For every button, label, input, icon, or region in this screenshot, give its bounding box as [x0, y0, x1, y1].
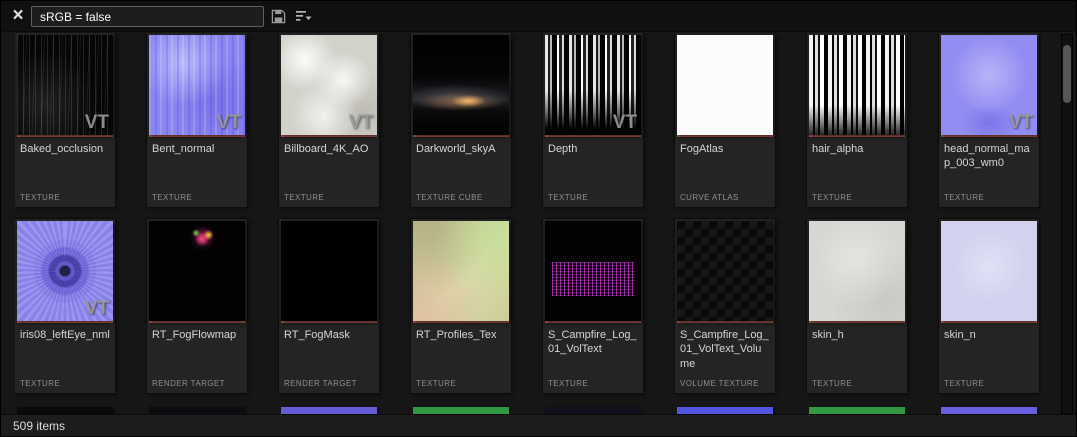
- search-box: [31, 6, 264, 27]
- save-search-button[interactable]: [271, 9, 289, 25]
- asset-tile[interactable]: VT S_Campfire_Log_01_VolText TEXTURE: [543, 219, 643, 393]
- asset-type-label: CURVE ATLAS: [680, 193, 739, 202]
- asset-name: RT_FogMask: [279, 323, 379, 342]
- asset-name: skin_n: [939, 323, 1039, 342]
- asset-name: Bent_normal: [147, 137, 247, 156]
- virtual-texture-badge: VT: [217, 112, 241, 134]
- asset-type-label: VOLUME TEXTURE: [680, 379, 759, 388]
- asset-thumbnail: VT: [413, 35, 509, 135]
- asset-thumbnail: VT: [17, 35, 113, 135]
- asset-type-label: TEXTURE: [812, 193, 852, 202]
- asset-thumbnail: VT: [17, 221, 113, 321]
- asset-tile[interactable]: VT Depth TEXTURE: [543, 33, 643, 207]
- asset-tile[interactable]: VT head_normal_map_003_wm0 TEXTURE: [939, 33, 1039, 207]
- search-input[interactable]: [32, 7, 263, 26]
- asset-grid: VT Baked_occlusion TEXTURE VT Bent_norma…: [15, 33, 1041, 415]
- asset-thumbnail: VT: [809, 221, 905, 321]
- asset-thumbnail: VT: [677, 35, 773, 135]
- asset-name: Billboard_4K_AO: [279, 137, 379, 156]
- asset-name: S_Campfire_Log_01_VolText_Volume: [675, 323, 775, 369]
- asset-thumbnail: VT: [413, 221, 509, 321]
- close-icon[interactable]: ×: [9, 4, 27, 28]
- status-bar: 509 items: [1, 414, 1076, 436]
- asset-tile[interactable]: VT skin_h TEXTURE: [807, 219, 907, 393]
- asset-name: Baked_occlusion: [15, 137, 115, 156]
- asset-thumbnail: VT: [149, 221, 245, 321]
- asset-type-label: TEXTURE: [284, 193, 324, 202]
- asset-name: Depth: [543, 137, 643, 156]
- asset-tile[interactable]: VT Bent_normal TEXTURE: [147, 33, 247, 207]
- asset-tile[interactable]: VT skin_n TEXTURE: [939, 219, 1039, 393]
- asset-type-label: TEXTURE: [548, 193, 588, 202]
- asset-tile[interactable]: VT iris08_leftEye_nml TEXTURE: [15, 219, 115, 393]
- item-count: 509 items: [13, 419, 65, 433]
- virtual-texture-badge: VT: [85, 298, 109, 320]
- asset-name: skin_h: [807, 323, 907, 342]
- asset-tile[interactable]: VT FogAtlas CURVE ATLAS: [675, 33, 775, 207]
- asset-name: S_Campfire_Log_01_VolText: [543, 323, 643, 357]
- asset-name: RT_Profiles_Tex: [411, 323, 511, 342]
- scrollbar-thumb[interactable]: [1063, 45, 1071, 103]
- scrollbar[interactable]: [1061, 34, 1073, 414]
- asset-name: FogAtlas: [675, 137, 775, 156]
- asset-name: iris08_leftEye_nml: [15, 323, 115, 342]
- asset-thumbnail: VT: [281, 35, 377, 135]
- asset-type-label: RENDER TARGET: [284, 379, 357, 388]
- asset-browser-window: × VT Baked_occlusion TEXTURE: [0, 0, 1077, 437]
- asset-tile[interactable]: VT Baked_occlusion TEXTURE: [15, 33, 115, 207]
- asset-type-label: RENDER TARGET: [152, 379, 225, 388]
- asset-type-label: TEXTURE: [944, 193, 984, 202]
- asset-thumbnail: VT: [545, 221, 641, 321]
- virtual-texture-badge: VT: [349, 112, 373, 134]
- filter-icon: [295, 9, 313, 24]
- asset-thumbnail: VT: [677, 221, 773, 321]
- asset-name: hair_alpha: [807, 137, 907, 156]
- virtual-texture-badge: VT: [1009, 112, 1033, 134]
- asset-thumbnail: VT: [809, 35, 905, 135]
- virtual-texture-badge: VT: [613, 112, 637, 134]
- asset-name: RT_FogFlowmap: [147, 323, 247, 342]
- asset-tile[interactable]: VT Darkworld_skyA TEXTURE CUBE: [411, 33, 511, 207]
- asset-type-label: TEXTURE: [944, 379, 984, 388]
- topbar: ×: [1, 1, 1076, 32]
- asset-type-label: TEXTURE CUBE: [416, 193, 483, 202]
- virtual-texture-badge: VT: [85, 112, 109, 134]
- asset-tile[interactable]: VT RT_Profiles_Tex TEXTURE: [411, 219, 511, 393]
- asset-type-label: TEXTURE: [20, 193, 60, 202]
- asset-type-label: TEXTURE: [152, 193, 192, 202]
- save-icon: [271, 9, 286, 24]
- asset-thumbnail: VT: [281, 221, 377, 321]
- asset-type-label: TEXTURE: [812, 379, 852, 388]
- asset-thumbnail: VT: [941, 221, 1037, 321]
- filter-button[interactable]: [295, 9, 313, 25]
- asset-tile[interactable]: VT RT_FogMask RENDER TARGET: [279, 219, 379, 393]
- asset-type-label: TEXTURE: [416, 379, 456, 388]
- asset-thumbnail: VT: [941, 35, 1037, 135]
- asset-name: Darkworld_skyA: [411, 137, 511, 156]
- asset-thumbnail: VT: [545, 35, 641, 135]
- asset-tile[interactable]: VT hair_alpha TEXTURE: [807, 33, 907, 207]
- asset-type-label: TEXTURE: [20, 379, 60, 388]
- asset-tile[interactable]: VT S_Campfire_Log_01_VolText_Volume VOLU…: [675, 219, 775, 393]
- asset-type-label: TEXTURE: [548, 379, 588, 388]
- asset-thumbnail: VT: [149, 35, 245, 135]
- asset-tile[interactable]: VT Billboard_4K_AO TEXTURE: [279, 33, 379, 207]
- asset-tile[interactable]: VT RT_FogFlowmap RENDER TARGET: [147, 219, 247, 393]
- asset-name: head_normal_map_003_wm0: [939, 137, 1039, 171]
